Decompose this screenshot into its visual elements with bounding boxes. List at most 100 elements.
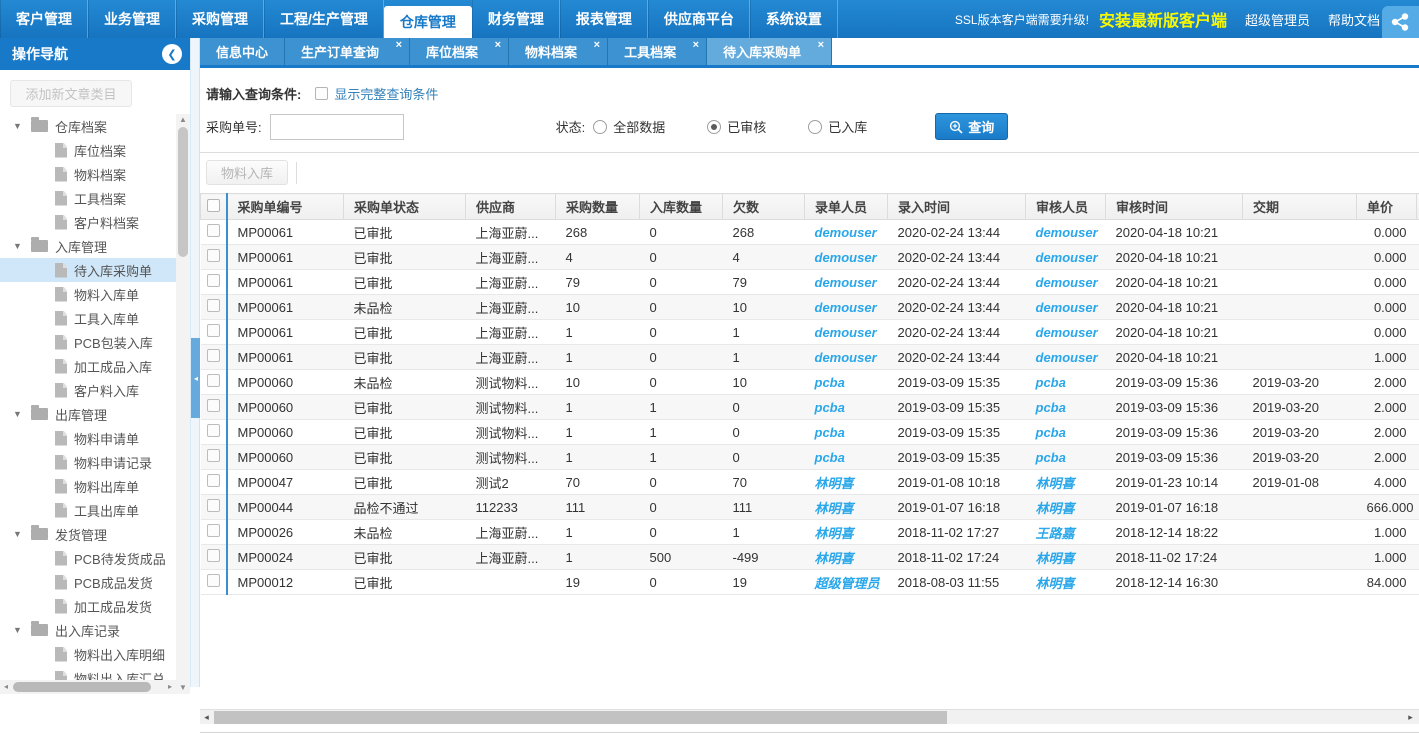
- tree-doc-item[interactable]: 加工成品入库: [0, 354, 176, 378]
- column-header[interactable]: 欠数: [723, 194, 805, 220]
- tree-doc-item[interactable]: 物料申请记录: [0, 450, 176, 474]
- search-button[interactable]: 查询: [935, 113, 1008, 140]
- entry-user-link[interactable]: demouser: [815, 300, 877, 315]
- entry-user-link[interactable]: pcba: [815, 450, 845, 465]
- tree-doc-item[interactable]: 工具入库单: [0, 306, 176, 330]
- tree-doc-item[interactable]: 物料档案: [0, 162, 176, 186]
- top-nav-item[interactable]: 客户管理: [0, 0, 88, 38]
- row-checkbox[interactable]: [207, 399, 220, 412]
- row-checkbox[interactable]: [207, 524, 220, 537]
- audit-user-link[interactable]: demouser: [1036, 275, 1098, 290]
- tree-doc-item[interactable]: 物料入库单: [0, 282, 176, 306]
- audit-user-link[interactable]: demouser: [1036, 325, 1098, 340]
- tree-doc-item[interactable]: 工具出库单: [0, 498, 176, 522]
- row-checkbox[interactable]: [207, 299, 220, 312]
- top-nav-item[interactable]: 系统设置: [750, 0, 838, 38]
- table-row[interactable]: MP00061 已审批 上海亚蔚... 4 0 4 demouser 2020-…: [201, 245, 1419, 270]
- radio-icon[interactable]: [707, 120, 721, 134]
- entry-user-link[interactable]: pcba: [815, 375, 845, 390]
- tree-folder-item[interactable]: ▼ 入库管理: [0, 234, 176, 258]
- table-row[interactable]: MP00061 已审批 上海亚蔚... 1 0 1 demouser 2020-…: [201, 320, 1419, 345]
- top-nav-item[interactable]: 仓库管理: [384, 6, 472, 38]
- table-row[interactable]: MP00044 品检不通过 112233 111 0 111 林明喜 2019-…: [201, 495, 1419, 520]
- top-nav-item[interactable]: 财务管理: [472, 0, 560, 38]
- table-row[interactable]: MP00047 已审批 测试2 70 0 70 林明喜 2019-01-08 1…: [201, 470, 1419, 495]
- top-nav-item[interactable]: 工程/生产管理: [264, 0, 384, 38]
- tree-doc-item[interactable]: 客户料档案: [0, 210, 176, 234]
- column-header[interactable]: 审核时间: [1106, 194, 1243, 220]
- tree-doc-item[interactable]: 加工成品发货: [0, 594, 176, 618]
- tree-doc-item[interactable]: 客户料入库: [0, 378, 176, 402]
- top-nav-item[interactable]: 供应商平台: [648, 0, 750, 38]
- entry-user-link[interactable]: 超级管理员: [815, 576, 880, 591]
- tab[interactable]: 信息中心: [200, 38, 285, 65]
- audit-user-link[interactable]: pcba: [1036, 450, 1066, 465]
- tree-doc-item[interactable]: PCB成品发货: [0, 570, 176, 594]
- column-header[interactable]: 录入时间: [888, 194, 1026, 220]
- tab-close-icon[interactable]: ×: [495, 38, 501, 52]
- table-row[interactable]: MP00061 已审批 上海亚蔚... 1 0 1 demouser 2020-…: [201, 345, 1419, 370]
- tab[interactable]: 待入库采购单 ×: [707, 38, 832, 65]
- select-all-checkbox[interactable]: [207, 199, 220, 212]
- row-checkbox[interactable]: [207, 499, 220, 512]
- entry-user-link[interactable]: pcba: [815, 400, 845, 415]
- table-row[interactable]: MP00061 未品检 上海亚蔚... 10 0 10 demouser 202…: [201, 295, 1419, 320]
- status-radio-option[interactable]: 已入库: [808, 117, 867, 136]
- row-checkbox[interactable]: [207, 574, 220, 587]
- entry-user-link[interactable]: demouser: [815, 275, 877, 290]
- tree-doc-item[interactable]: 物料申请单: [0, 426, 176, 450]
- audit-user-link[interactable]: 王路嘉: [1036, 526, 1075, 541]
- caret-down-icon[interactable]: ▼: [13, 529, 31, 539]
- audit-user-link[interactable]: demouser: [1036, 225, 1098, 240]
- entry-user-link[interactable]: demouser: [815, 325, 877, 340]
- column-header[interactable]: 审核人员: [1026, 194, 1106, 220]
- tree-doc-item[interactable]: 库位档案: [0, 138, 176, 162]
- caret-down-icon[interactable]: ▼: [13, 625, 31, 635]
- top-nav-item[interactable]: 报表管理: [560, 0, 648, 38]
- audit-user-link[interactable]: 林明喜: [1036, 476, 1075, 491]
- audit-user-link[interactable]: 林明喜: [1036, 551, 1075, 566]
- table-row[interactable]: MP00060 已审批 测试物料... 1 1 0 pcba 2019-03-0…: [201, 445, 1419, 470]
- column-header[interactable]: 采购数量: [556, 194, 640, 220]
- full-condition-label[interactable]: 显示完整查询条件: [334, 84, 438, 103]
- tab-close-icon[interactable]: ×: [818, 38, 824, 52]
- tree-folder-item[interactable]: ▼ 仓库档案: [0, 114, 176, 138]
- column-header[interactable]: 入库数量: [640, 194, 723, 220]
- table-row[interactable]: MP00012 已审批 19 0 19 超级管理员 2018-08-03 11:…: [201, 570, 1419, 595]
- caret-down-icon[interactable]: ▼: [13, 241, 31, 251]
- row-checkbox[interactable]: [207, 449, 220, 462]
- install-client-link[interactable]: 安装最新版客户端: [1099, 7, 1227, 31]
- tree-doc-item[interactable]: 物料出库单: [0, 474, 176, 498]
- audit-user-link[interactable]: demouser: [1036, 250, 1098, 265]
- tab[interactable]: 库位档案 ×: [410, 38, 509, 65]
- audit-user-link[interactable]: pcba: [1036, 400, 1066, 415]
- tree-doc-item[interactable]: 工具档案: [0, 186, 176, 210]
- scrollbar-thumb[interactable]: [178, 127, 188, 257]
- entry-user-link[interactable]: 林明喜: [815, 476, 854, 491]
- audit-user-link[interactable]: pcba: [1036, 375, 1066, 390]
- row-checkbox[interactable]: [207, 474, 220, 487]
- entry-user-link[interactable]: demouser: [815, 225, 877, 240]
- column-header[interactable]: 单价: [1357, 194, 1417, 220]
- sidebar-collapse-button[interactable]: ❮: [162, 44, 182, 64]
- column-header[interactable]: 采购单编号: [227, 194, 344, 220]
- tab-close-icon[interactable]: ×: [396, 38, 402, 52]
- row-checkbox[interactable]: [207, 324, 220, 337]
- tree-doc-item[interactable]: 物料出入库明细: [0, 642, 176, 666]
- column-header[interactable]: 录单人员: [805, 194, 888, 220]
- scroll-right-icon[interactable]: ▸: [164, 680, 176, 694]
- tree-folder-item[interactable]: ▼ 出入库记录: [0, 618, 176, 642]
- tree-doc-item[interactable]: PCB包装入库: [0, 330, 176, 354]
- table-row[interactable]: MP00024 已审批 上海亚蔚... 1 500 -499 林明喜 2018-…: [201, 545, 1419, 570]
- table-row[interactable]: MP00026 未品检 上海亚蔚... 1 0 1 林明喜 2018-11-02…: [201, 520, 1419, 545]
- entry-user-link[interactable]: 林明喜: [815, 551, 854, 566]
- row-checkbox[interactable]: [207, 224, 220, 237]
- entry-user-link[interactable]: 林明喜: [815, 526, 854, 541]
- column-header[interactable]: 供应商: [466, 194, 556, 220]
- table-row[interactable]: MP00060 已审批 测试物料... 1 1 0 pcba 2019-03-0…: [201, 420, 1419, 445]
- tree-folder-item[interactable]: ▼ 发货管理: [0, 522, 176, 546]
- table-row[interactable]: MP00060 已审批 测试物料... 1 1 0 pcba 2019-03-0…: [201, 395, 1419, 420]
- row-checkbox[interactable]: [207, 349, 220, 362]
- radio-icon[interactable]: [593, 120, 607, 134]
- entry-user-link[interactable]: demouser: [815, 250, 877, 265]
